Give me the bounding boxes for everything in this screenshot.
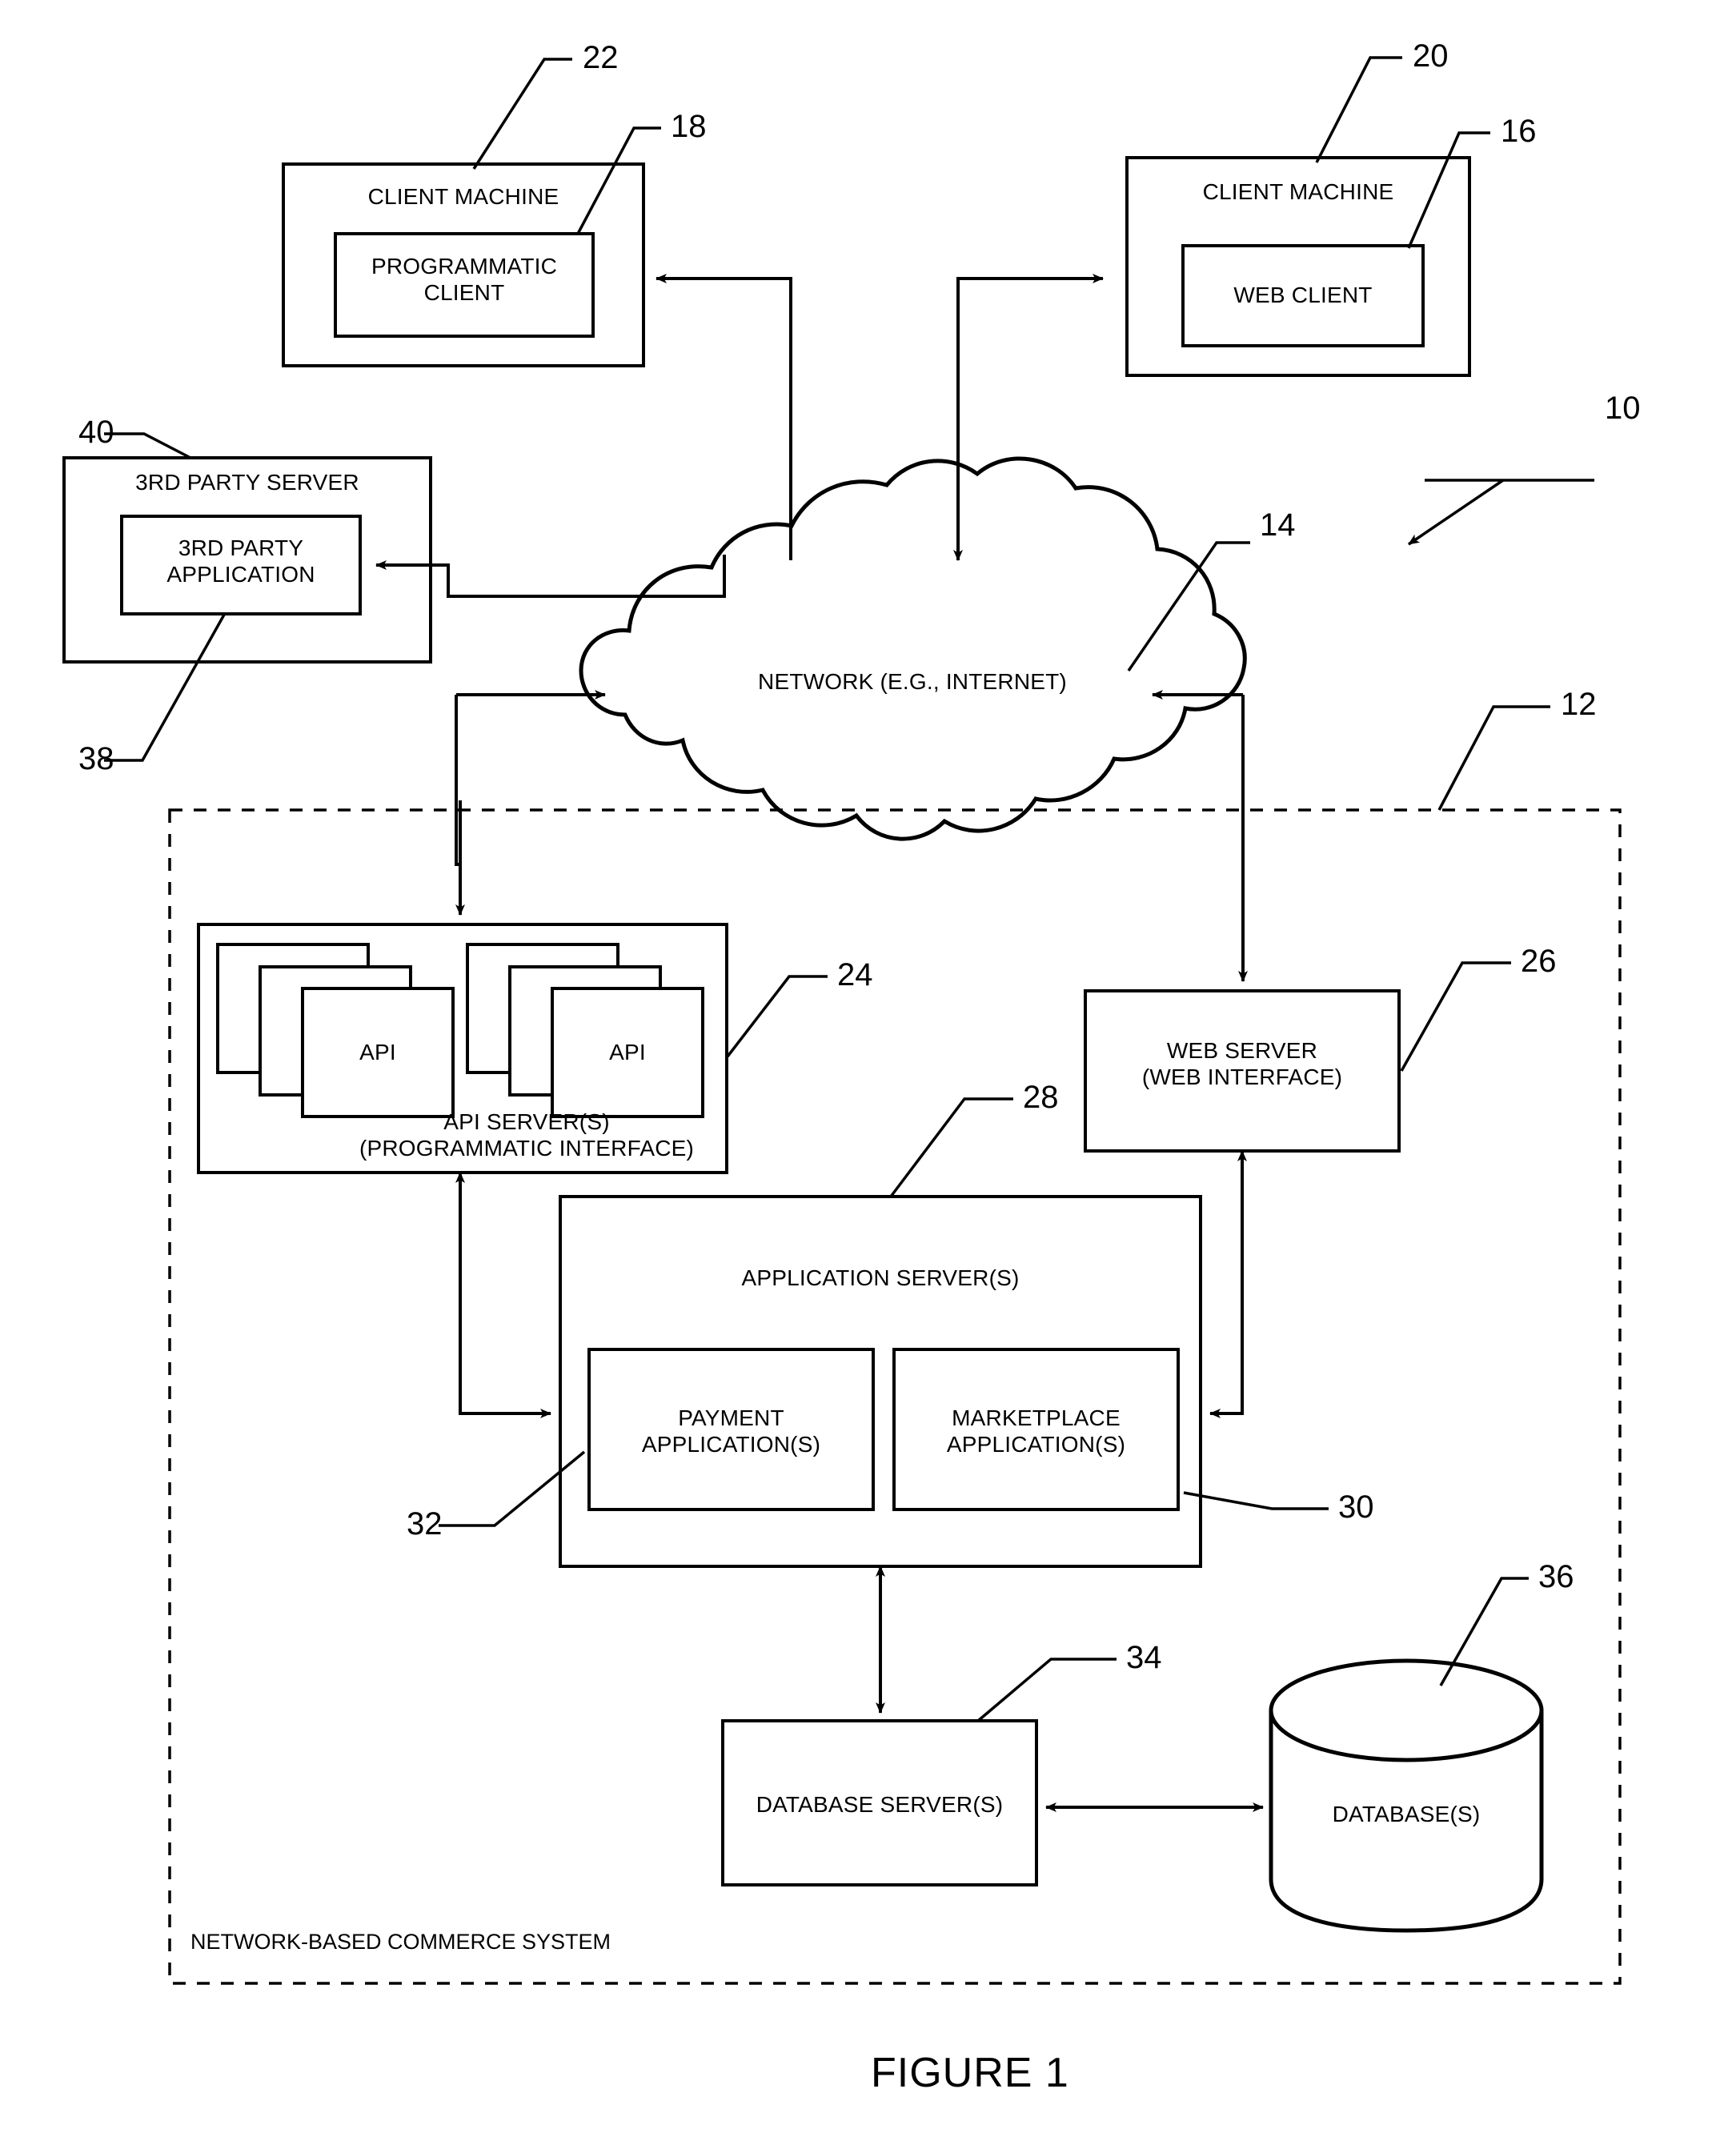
leader-12 (1437, 705, 1550, 811)
ref-numeral-14: 14 (1260, 507, 1296, 543)
ref-numeral-30: 30 (1338, 1489, 1374, 1525)
client-machine-right-title: CLIENT MACHINE (1202, 179, 1394, 204)
arrow-web-server-to-marketplace-application (1209, 1161, 1244, 1418)
ref-numeral-38: 38 (78, 741, 114, 776)
network-cloud-label: NETWORK (E.G., INTERNET) (758, 669, 1067, 694)
system-boundary-label: NETWORK-BASED COMMERCE SYSTEM (190, 1930, 611, 1954)
arrow-api-server-to-payment-application (455, 1172, 551, 1418)
database-server-title: DATABASE SERVER(S) (756, 1792, 1004, 1817)
ref-numeral-18: 18 (671, 109, 707, 144)
ref-numeral-40: 40 (78, 415, 114, 450)
application-server-title: APPLICATION SERVER(S) (741, 1265, 1020, 1290)
ref-numeral-12: 12 (1561, 687, 1597, 722)
leader-40 (104, 432, 191, 459)
payment-application-label: PAYMENT APPLICATION(S) (641, 1405, 821, 1457)
web-client-label: WEB CLIENT (1233, 283, 1373, 307)
leader-20 (1315, 56, 1402, 163)
ref-numeral-26: 26 (1521, 944, 1557, 979)
client-machine-left-title: CLIENT MACHINE (367, 184, 559, 209)
ref-numeral-24: 24 (837, 957, 873, 992)
arrow-network-to-programmatic-client (656, 274, 792, 560)
figure-caption: FIGURE 1 (871, 2050, 1069, 2096)
arrow-10-indicator (1408, 479, 1504, 546)
ref-numeral-10: 10 (1605, 391, 1641, 426)
web-server-title: WEB SERVER (WEB INTERFACE) (1141, 1038, 1343, 1090)
api-card-right-label: API (609, 1040, 646, 1064)
api-server-title: API SERVER(S) (PROGRAMMATIC INTERFACE) (359, 1109, 695, 1161)
leader-24 (726, 975, 828, 1058)
database-cylinder-top (1269, 1658, 1544, 1762)
ref-numeral-36: 36 (1538, 1559, 1574, 1594)
leader-34 (976, 1658, 1117, 1722)
arrow-network-to-third-party-application (375, 555, 726, 598)
leader-30 (1183, 1491, 1329, 1510)
third-party-application-label: 3RD PARTY APPLICATION (166, 535, 315, 587)
patent-figure-page: CLIENT MACHINE PROGRAMMATIC CLIENT CLIEN… (0, 0, 1736, 2145)
leader-32 (439, 1450, 586, 1527)
ref-numeral-34: 34 (1126, 1640, 1162, 1675)
leader-26 (1400, 961, 1511, 1072)
programmatic-client-label: PROGRAMMATIC CLIENT (371, 254, 558, 306)
api-card-left-label: API (359, 1040, 396, 1064)
ref-numeral-16: 16 (1501, 114, 1537, 149)
arrow-web-client-to-network (953, 274, 1104, 561)
ref-numeral-22: 22 (583, 40, 619, 75)
ref-numeral-32: 32 (407, 1506, 443, 1542)
ref-numeral-20: 20 (1413, 38, 1449, 74)
ref-numeral-28: 28 (1023, 1080, 1059, 1115)
leader-22 (472, 58, 572, 170)
leader-38 (104, 614, 226, 762)
database-title: DATABASE(S) (1332, 1802, 1481, 1826)
leader-18 (576, 126, 661, 235)
marketplace-application-label: MARKETPLACE APPLICATION(S) (946, 1405, 1126, 1457)
third-party-server-title: 3RD PARTY SERVER (135, 470, 359, 495)
leader-28 (889, 1097, 1013, 1198)
